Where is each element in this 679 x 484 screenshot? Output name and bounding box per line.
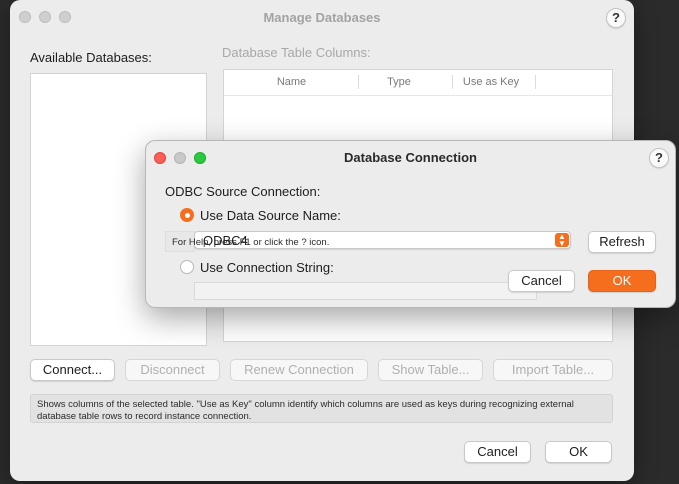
use-connection-string-radio[interactable] xyxy=(180,260,194,274)
connect-button[interactable]: Connect... xyxy=(30,359,115,381)
disconnect-button[interactable]: Disconnect xyxy=(125,359,220,381)
ok-button[interactable]: OK xyxy=(545,441,612,463)
dialog-title: Database Connection xyxy=(344,150,477,165)
refresh-button[interactable]: Refresh xyxy=(588,231,656,253)
column-header-name[interactable]: Name xyxy=(244,70,339,94)
use-connection-string-label: Use Connection String: xyxy=(200,260,334,275)
column-header-row: Name Type Use as Key xyxy=(224,70,612,96)
use-dsn-radio[interactable] xyxy=(180,208,194,222)
show-table-button[interactable]: Show Table... xyxy=(378,359,483,381)
help-icon[interactable]: ? xyxy=(649,148,669,168)
column-header-type[interactable]: Type xyxy=(359,70,439,94)
available-databases-label: Available Databases: xyxy=(30,50,152,65)
connection-titlebar: Database Connection ? xyxy=(146,141,675,175)
cancel-button[interactable]: Cancel xyxy=(464,441,531,463)
window-title: Manage Databases xyxy=(263,10,381,25)
columns-info-text: Shows columns of the selected table. "Us… xyxy=(30,394,613,423)
status-hint-text: For Help, press F1 or click the ? icon. xyxy=(172,237,330,248)
table-columns-label: Database Table Columns: xyxy=(222,45,371,60)
column-divider xyxy=(535,75,536,89)
connection-string-field[interactable] xyxy=(194,282,537,300)
use-dsn-label: Use Data Source Name: xyxy=(200,208,341,223)
odbc-section-label: ODBC Source Connection: xyxy=(165,184,321,199)
renew-connection-button[interactable]: Renew Connection xyxy=(230,359,368,381)
cancel-button[interactable]: Cancel xyxy=(508,270,575,292)
help-icon[interactable]: ? xyxy=(606,8,626,28)
manage-databases-titlebar: Manage Databases ? xyxy=(10,0,634,34)
ok-button[interactable]: OK xyxy=(588,270,656,292)
import-table-button[interactable]: Import Table... xyxy=(493,359,613,381)
chevron-updown-icon: ▲ ▼ xyxy=(555,233,569,248)
database-connection-dialog: Database Connection ? ODBC Source Connec… xyxy=(145,140,676,308)
column-header-use-as-key[interactable]: Use as Key xyxy=(453,70,529,94)
